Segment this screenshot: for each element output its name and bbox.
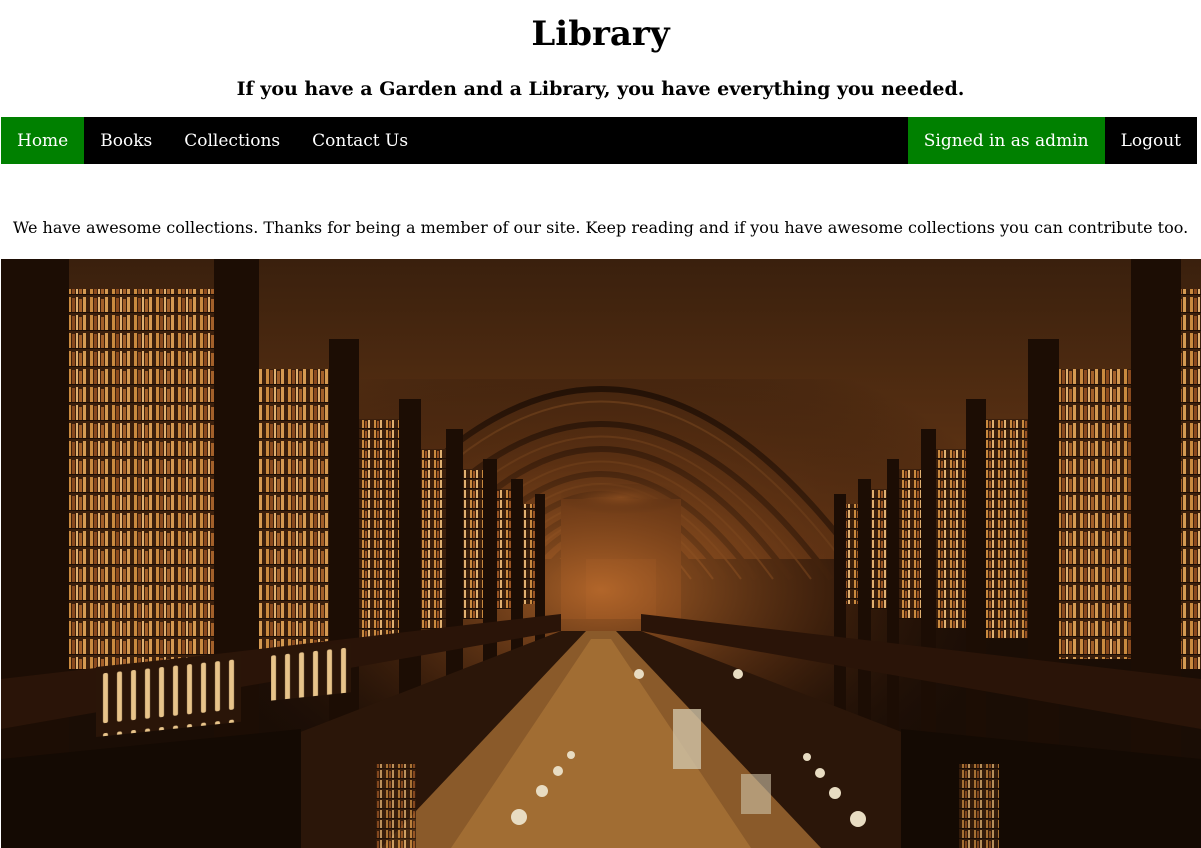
nav-home-link[interactable]: Home	[1, 117, 85, 164]
site-header: Library If you have a Garden and a Libra…	[0, 0, 1201, 100]
nav-contact-link[interactable]: Contact Us	[296, 117, 424, 164]
library-hall-image	[1, 259, 1201, 848]
main-navbar: Home Books Collections Contact Us Signed…	[1, 117, 1197, 164]
nav-books-link[interactable]: Books	[84, 117, 168, 164]
site-title: Library	[531, 14, 670, 54]
site-tagline: If you have a Garden and a Library, you …	[236, 78, 965, 100]
library-hall-illustration	[1, 259, 1201, 848]
nav-collections-link[interactable]: Collections	[168, 117, 296, 164]
nav-right-group: Signed in as admin Logout	[907, 117, 1197, 164]
logout-link[interactable]: Logout	[1105, 117, 1197, 164]
nav-left-group: Home Books Collections Contact Us	[1, 117, 424, 164]
signed-in-user-link[interactable]: Signed in as admin	[907, 117, 1105, 164]
intro-text: We have awesome collections. Thanks for …	[12, 218, 1189, 237]
